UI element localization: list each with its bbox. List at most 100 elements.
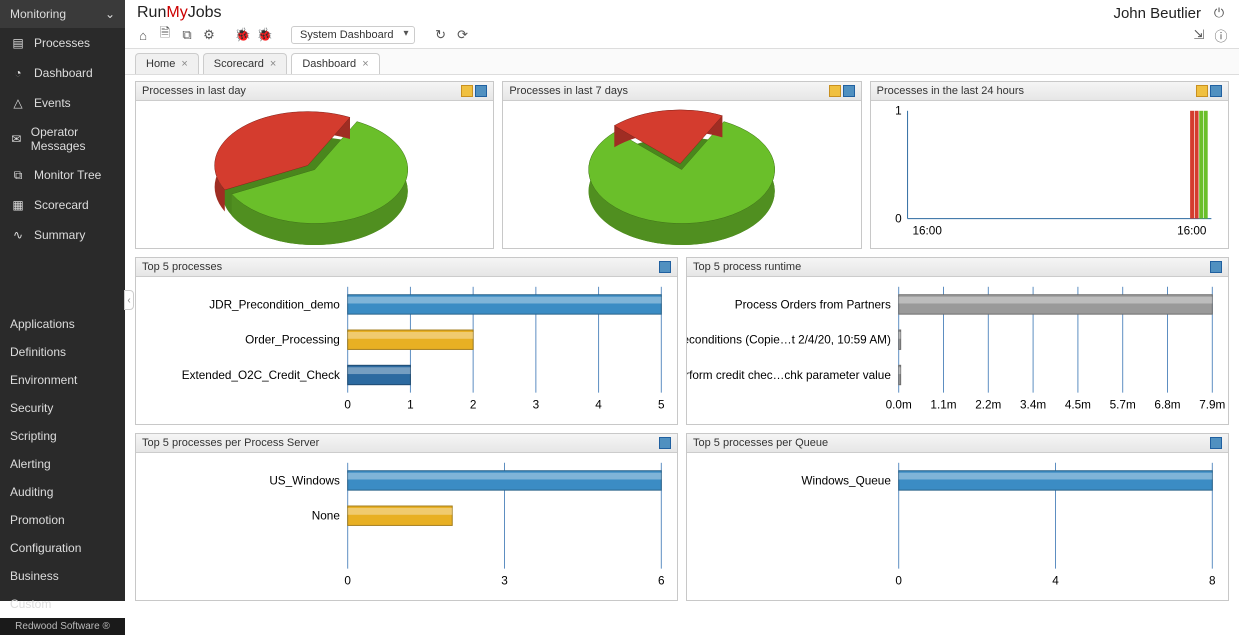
svg-text:3: 3 xyxy=(533,398,540,411)
refresh-icon[interactable]: ↻ xyxy=(433,27,449,43)
tab-bar: Home × Scorecard × Dashboard × xyxy=(125,49,1239,75)
panel-title: Top 5 processes per Process Server xyxy=(142,437,319,449)
scorecard-icon: ▦ xyxy=(10,197,26,213)
svg-text:1: 1 xyxy=(407,398,414,411)
sidebar-item-label: Operator Messages xyxy=(31,125,115,153)
svg-text:1: 1 xyxy=(895,105,902,118)
sidebar-item-dashboard[interactable]: ◔ Dashboard xyxy=(0,58,125,88)
sidebar-group-security[interactable]: Security xyxy=(0,394,125,422)
svg-text:0: 0 xyxy=(344,398,351,411)
close-icon[interactable]: × xyxy=(181,58,187,70)
svg-text:Windows_Queue: Windows_Queue xyxy=(801,474,891,487)
panel-action-icon[interactable] xyxy=(475,85,487,97)
bug-blue-icon[interactable]: 🐞 xyxy=(257,27,273,43)
sidebar-item-label: Dashboard xyxy=(34,66,93,80)
panel-action-icon[interactable] xyxy=(843,85,855,97)
tab-home[interactable]: Home × xyxy=(135,53,199,74)
export-icon[interactable]: ⇲ xyxy=(1191,27,1207,43)
panel-action-icon[interactable] xyxy=(1196,85,1208,97)
svg-text:None: None xyxy=(312,510,341,523)
events-icon: △ xyxy=(10,95,26,111)
auto-refresh-icon[interactable]: ⟳ xyxy=(455,27,471,43)
svg-text:JDR_Precondition_demo: JDR_Precondition_demo xyxy=(209,298,340,311)
sidebar-collapse-handle[interactable]: ‹ xyxy=(124,290,134,310)
panel-action-icon[interactable] xyxy=(829,85,841,97)
svg-text:3: 3 xyxy=(501,574,508,587)
tab-scorecard[interactable]: Scorecard × xyxy=(203,53,288,74)
pie-chart xyxy=(136,101,493,248)
sidebar-item-label: Processes xyxy=(34,36,90,50)
gear-icon[interactable]: ⚙ xyxy=(201,27,217,43)
svg-text:Preconditions (Copie…t 2/4/20,: Preconditions (Copie…t 2/4/20, 10:59 AM) xyxy=(687,334,891,347)
sidebar-group-applications[interactable]: Applications xyxy=(0,310,125,338)
svg-text:6: 6 xyxy=(658,574,665,587)
svg-text:4.5m: 4.5m xyxy=(1065,398,1091,411)
svg-text:0: 0 xyxy=(344,574,351,587)
close-icon[interactable]: × xyxy=(270,58,276,70)
bar-chart: 012345JDR_Precondition_demoOrder_Process… xyxy=(136,277,677,424)
tab-dashboard[interactable]: Dashboard × xyxy=(291,53,379,74)
panel-title: Processes in last day xyxy=(142,85,246,97)
sidebar-group-business[interactable]: Business xyxy=(0,562,125,590)
svg-text:2: 2 xyxy=(470,398,477,411)
close-icon[interactable]: × xyxy=(362,58,368,70)
sidebar-item-monitor-tree[interactable]: ⧉ Monitor Tree xyxy=(0,160,125,190)
app-title: RunMyJobs xyxy=(137,4,221,22)
sidebar-group-promotion[interactable]: Promotion xyxy=(0,506,125,534)
sidebar-item-scorecard[interactable]: ▦ Scorecard xyxy=(0,190,125,220)
sidebar-group-custom[interactable]: Custom xyxy=(0,590,125,618)
svg-text:1.1m: 1.1m xyxy=(930,398,956,411)
sidebar-group-scripting[interactable]: Scripting xyxy=(0,422,125,450)
panel-action-icon[interactable] xyxy=(1210,261,1222,273)
panel-processes-last-7-days: Processes in last 7 days xyxy=(502,81,861,249)
sidebar-section-header[interactable]: Monitoring ⌄ xyxy=(0,0,125,28)
chevron-down-icon: ⌄ xyxy=(105,7,115,21)
svg-text:2.2m: 2.2m xyxy=(975,398,1001,411)
help-icon[interactable]: ⓘ xyxy=(1213,27,1229,43)
summary-icon: ∿ xyxy=(10,227,26,243)
svg-text:3.4m: 3.4m xyxy=(1020,398,1046,411)
svg-text:5.7m: 5.7m xyxy=(1110,398,1136,411)
copy-icon[interactable]: ⧉ xyxy=(179,27,195,43)
svg-text:US_Windows: US_Windows xyxy=(269,474,340,487)
sidebar-item-label: Monitor Tree xyxy=(34,168,101,182)
sidebar-group-configuration[interactable]: Configuration xyxy=(0,534,125,562)
svg-text:4: 4 xyxy=(1052,574,1059,587)
new-icon[interactable]: 🗎 xyxy=(157,27,173,43)
svg-text:0.0m: 0.0m xyxy=(886,398,912,411)
svg-text:Process Orders from Partners: Process Orders from Partners xyxy=(735,298,891,311)
panel-title: Top 5 processes xyxy=(142,261,222,273)
sidebar-item-processes[interactable]: ▤ Processes xyxy=(0,28,125,58)
panel-action-icon[interactable] xyxy=(659,437,671,449)
sidebar: Monitoring ⌄ ▤ Processes ◔ Dashboard △ E… xyxy=(0,0,125,601)
panel-action-icon[interactable] xyxy=(1210,85,1222,97)
sidebar-group-alerting[interactable]: Alerting xyxy=(0,450,125,478)
power-icon[interactable]: ⏻ xyxy=(1211,5,1227,21)
dashboard-select[interactable]: System Dashboard xyxy=(291,26,415,44)
processes-icon: ▤ xyxy=(10,35,26,51)
home-icon[interactable]: ⌂ xyxy=(135,27,151,43)
user-name: John Beutlier xyxy=(1113,5,1201,22)
panel-action-icon[interactable] xyxy=(659,261,671,273)
svg-text:0: 0 xyxy=(895,213,902,226)
dashboard-grid: Processes in last day Processes in last … xyxy=(125,75,1239,601)
sidebar-group-environment[interactable]: Environment xyxy=(0,366,125,394)
sidebar-item-label: Scorecard xyxy=(34,198,89,212)
sidebar-item-operator-messages[interactable]: ✉ Operator Messages xyxy=(0,118,125,160)
bug-red-icon[interactable]: 🐞 xyxy=(235,27,251,43)
bar-chart: 0 3 6 US_Windows None xyxy=(136,453,677,600)
panel-action-icon[interactable] xyxy=(1210,437,1222,449)
toolbar: ⌂ 🗎 ⧉ ⚙ 🐞 🐞 System Dashboard ↻ ⟳ ⇲ ⓘ xyxy=(125,22,1239,49)
sidebar-group-definitions[interactable]: Definitions xyxy=(0,338,125,366)
sidebar-item-summary[interactable]: ∿ Summary xyxy=(0,220,125,250)
panel-title: Processes in the last 24 hours xyxy=(877,85,1024,97)
sidebar-item-events[interactable]: △ Events xyxy=(0,88,125,118)
svg-text:4: 4 xyxy=(595,398,602,411)
bar-chart: 048Windows_Queue xyxy=(687,453,1228,600)
messages-icon: ✉ xyxy=(10,131,23,147)
panel-processes-last-24-hours: Processes in the last 24 hours 0116:0016… xyxy=(870,81,1229,249)
panel-processes-last-day: Processes in last day xyxy=(135,81,494,249)
sidebar-group-auditing[interactable]: Auditing xyxy=(0,478,125,506)
panel-action-icon[interactable] xyxy=(461,85,473,97)
tree-icon: ⧉ xyxy=(10,167,26,183)
